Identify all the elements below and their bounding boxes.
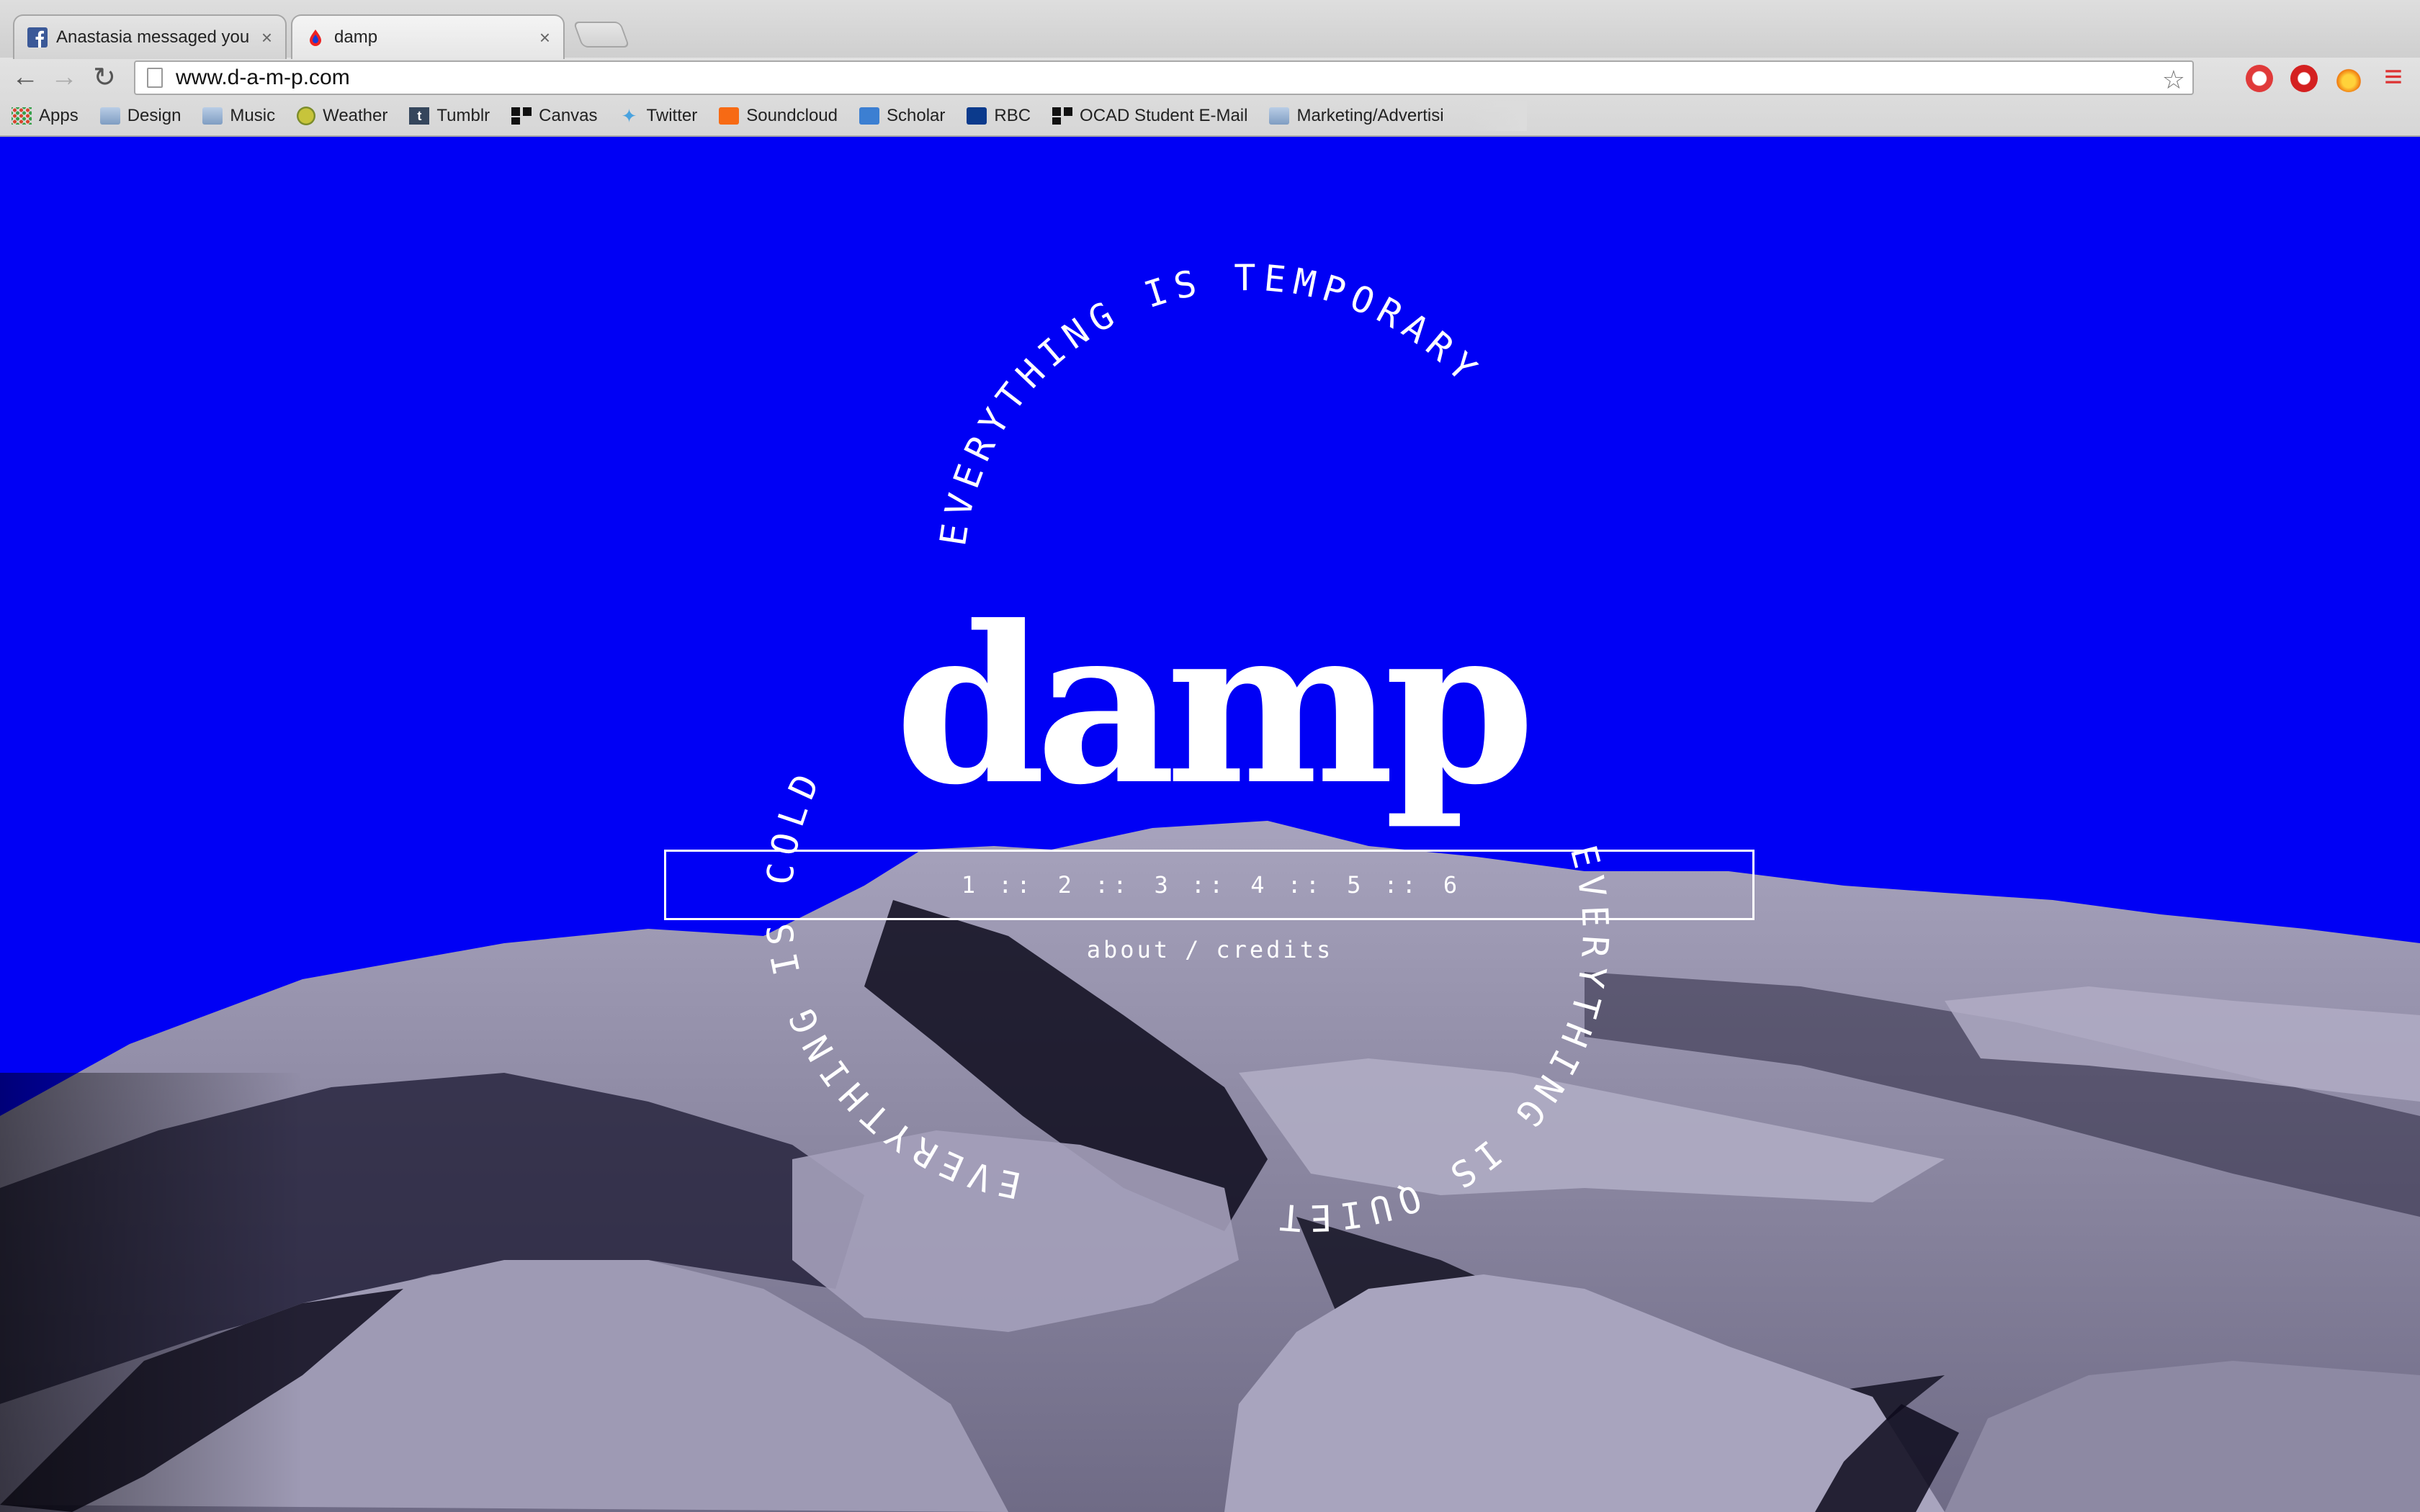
bookmark-label: Tumblr: [436, 106, 490, 125]
chapter-separator: ::: [1384, 871, 1420, 899]
tab-strip: Anastasia messaged you × damp ×: [0, 0, 2420, 59]
chapter-separator: ::: [1191, 871, 1228, 899]
phrase-everything-is-temporary: EVERYTHING IS TEMPORARY: [932, 257, 1489, 549]
chapter-4-link[interactable]: 4: [1245, 871, 1270, 899]
bookmark-label: Apps: [39, 106, 79, 125]
bookmark-design[interactable]: Design: [99, 106, 182, 126]
bookmark-soundcloud[interactable]: Soundcloud: [719, 106, 838, 126]
bookmark-label: Weather: [323, 106, 388, 125]
chapter-separator: ::: [998, 871, 1035, 899]
bookmark-label: Twitter: [646, 106, 698, 125]
bookmark-label: Soundcloud: [746, 106, 838, 125]
bookmark-music[interactable]: Music: [202, 106, 275, 126]
bookmarks-fade: [1469, 101, 1527, 131]
bookmark-label: Marketing/Advertisi: [1296, 106, 1444, 125]
about-credits-row: about / credits: [0, 936, 2420, 963]
toolbar: ← → ↻ www.d-a-m-p.com ☆ ≡: [0, 58, 2420, 96]
chapter-separator: ::: [1094, 871, 1131, 899]
bookmark-ocad[interactable]: OCAD Student E-Mail: [1052, 106, 1247, 126]
damp-logo: damp: [895, 578, 1535, 832]
bookmark-weather[interactable]: Weather: [297, 106, 387, 126]
back-button[interactable]: ←: [9, 60, 42, 94]
close-tab-icon[interactable]: ×: [261, 27, 272, 49]
folder-icon: [1269, 107, 1290, 125]
browser-chrome: Anastasia messaged you × damp × ← → ↻ ww…: [0, 0, 2420, 137]
chapter-separator: ::: [1287, 871, 1325, 899]
bookmark-label: Music: [230, 106, 276, 125]
bookmark-rbc[interactable]: RBC: [967, 106, 1031, 126]
tab-damp[interactable]: damp ×: [291, 14, 565, 59]
scholar-icon: [859, 107, 879, 125]
page-viewport: EVERYTHING IS TEMPORARY EVERYTHING IS CO…: [0, 137, 2420, 1512]
tab-facebook[interactable]: Anastasia messaged you ×: [13, 14, 287, 59]
chapter-5-link[interactable]: 5: [1341, 871, 1366, 899]
chapter-nav: 1 :: 2 :: 3 :: 4 :: 5 :: 6: [664, 850, 1754, 920]
bookmark-marketing[interactable]: Marketing/Advertisi: [1269, 106, 1444, 126]
bookmark-label: Scholar: [887, 106, 946, 125]
extension-adblock-icon[interactable]: [2290, 65, 2318, 92]
ocad-icon: [1052, 107, 1073, 125]
extension-pocket-icon[interactable]: [2246, 65, 2273, 92]
forward-button[interactable]: →: [48, 60, 81, 94]
credits-link[interactable]: credits: [1209, 936, 1340, 963]
weather-icon: [297, 107, 316, 125]
tab-title: damp: [334, 27, 378, 47]
chapter-1-link[interactable]: 1: [956, 871, 981, 899]
bookmark-twitter[interactable]: ✦ Twitter: [619, 106, 698, 126]
bookmark-tumblr[interactable]: t Tumblr: [409, 106, 490, 126]
bookmark-scholar[interactable]: Scholar: [859, 106, 945, 126]
close-tab-icon[interactable]: ×: [539, 27, 550, 49]
bookmark-label: OCAD Student E-Mail: [1080, 106, 1248, 125]
folder-icon: [99, 107, 120, 125]
bookmark-apps[interactable]: Apps: [12, 106, 79, 126]
soundcloud-icon: [719, 107, 740, 125]
tumblr-icon: t: [409, 107, 430, 125]
twitter-icon: ✦: [621, 105, 637, 127]
canvas-icon: [511, 107, 532, 125]
bookmarks-bar: Apps Design Music Weather t Tumblr Canva…: [0, 101, 2420, 131]
new-tab-button[interactable]: [573, 22, 630, 48]
reload-button[interactable]: ↻: [88, 60, 121, 94]
bookmark-canvas[interactable]: Canvas: [511, 106, 598, 126]
rbc-icon: [967, 107, 987, 125]
url-text[interactable]: www.d-a-m-p.com: [176, 66, 350, 90]
apps-grid-icon: [12, 107, 32, 125]
about-credits-slash: /: [1185, 936, 1202, 963]
damp-drop-icon: [310, 30, 321, 46]
chapter-6-link[interactable]: 6: [1438, 871, 1463, 899]
tab-title: Anastasia messaged you: [56, 27, 250, 47]
facebook-icon: [27, 27, 48, 48]
bookmark-star-icon[interactable]: ☆: [2162, 65, 2185, 95]
folder-icon: [202, 107, 223, 125]
menu-icon[interactable]: ≡: [2377, 59, 2410, 94]
chapter-2-link[interactable]: 2: [1052, 871, 1077, 899]
address-bar[interactable]: www.d-a-m-p.com ☆: [134, 60, 2194, 95]
bookmark-label: Canvas: [539, 106, 598, 125]
extension-fire-icon[interactable]: [2335, 65, 2362, 92]
chapter-3-link[interactable]: 3: [1148, 871, 1173, 899]
about-link[interactable]: about: [1080, 936, 1178, 963]
page-icon: [147, 68, 163, 88]
bookmark-label: RBC: [994, 106, 1031, 125]
bookmark-label: Design: [127, 106, 182, 125]
